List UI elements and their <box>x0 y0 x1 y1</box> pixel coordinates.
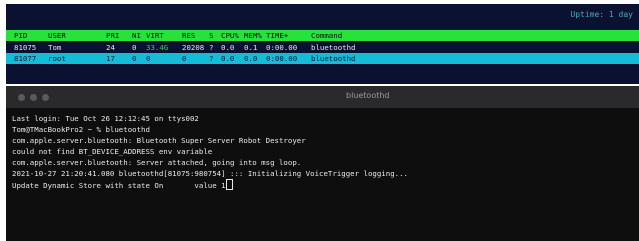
text-cursor <box>225 179 233 190</box>
desktop: Uptime: 1 day PID USER PRI NI VIRT RES S… <box>0 0 639 241</box>
process-time: 0:00.00 <box>266 54 298 63</box>
column-header-command[interactable]: Command <box>311 30 342 41</box>
process-cpu: 0.0 <box>221 54 235 63</box>
column-header-time[interactable]: TIME+ <box>266 30 288 41</box>
terminal-line: Last login: Tue Oct 26 12:12:45 on ttys0… <box>12 114 199 123</box>
close-window-button[interactable] <box>18 94 25 101</box>
process-mem: 0.1 <box>244 43 258 52</box>
process-pri: 17 <box>106 54 115 63</box>
terminal-prompt-line: Tom@TMacBookPro2 ~ % bluetoothd <box>12 125 150 134</box>
process-pid: 81075 <box>14 43 37 52</box>
process-ni: 0 <box>132 43 137 52</box>
column-header-cpu[interactable]: CPU% <box>221 30 239 41</box>
process-state: ? <box>209 54 214 63</box>
process-command: bluetoothd <box>311 43 356 52</box>
column-header-user[interactable]: USER <box>48 30 66 41</box>
terminal-line-with-cursor: Update Dynamic Store with state On value… <box>12 179 632 190</box>
terminal-line: could not find BT_DEVICE_ADDRESS env var… <box>12 147 213 156</box>
column-header-pid[interactable]: PID <box>14 30 27 41</box>
process-user: root <box>48 54 66 63</box>
terminal-output[interactable]: Last login: Tue Oct 26 12:12:45 on ttys0… <box>12 113 632 190</box>
process-virt: 33.4G <box>146 43 169 52</box>
terminal-window[interactable]: bluetoothd Last login: Tue Oct 26 12:12:… <box>6 86 639 241</box>
terminal-titlebar[interactable]: bluetoothd <box>6 86 639 108</box>
process-time: 0:00.00 <box>266 43 298 52</box>
process-table-header[interactable]: PID USER PRI NI VIRT RES S CPU% MEM% TIM… <box>6 30 639 41</box>
process-res: 20208 <box>182 43 205 52</box>
minimize-window-button[interactable] <box>30 94 37 101</box>
process-pri: 24 <box>106 43 115 52</box>
process-row-selected[interactable]: 81077 root 17 0 0 0 ? 0.0 0.0 0:00.00 bl… <box>6 53 639 64</box>
uptime-text: Uptime: 1 day <box>570 10 633 19</box>
terminal-line-text: Update Dynamic Store with state On value… <box>12 181 226 190</box>
terminal-line: 2021-10-27 21:20:41.080 bluetoothd[81075… <box>12 169 409 178</box>
process-res: 0 <box>182 54 187 63</box>
zoom-window-button[interactable] <box>42 94 49 101</box>
terminal-line: com.apple.server.bluetooth: Bluetooth Su… <box>12 136 306 145</box>
column-header-ni[interactable]: NI <box>132 30 141 41</box>
process-virt: 0 <box>146 54 151 63</box>
process-cpu: 0.0 <box>221 43 235 52</box>
column-header-virt[interactable]: VIRT <box>146 30 164 41</box>
process-row[interactable]: 81075 Tom 24 0 33.4G 20208 ? 0.0 0.1 0:0… <box>6 42 639 53</box>
column-header-res[interactable]: RES <box>182 30 195 41</box>
process-state: ? <box>209 43 214 52</box>
column-header-mem[interactable]: MEM% <box>244 30 262 41</box>
column-header-state[interactable]: S <box>209 30 213 41</box>
terminal-title: bluetoothd <box>346 91 390 100</box>
process-mem: 0.0 <box>244 54 258 63</box>
process-user: Tom <box>48 43 62 52</box>
process-pid: 81077 <box>14 54 37 63</box>
column-header-pri[interactable]: PRI <box>106 30 119 41</box>
terminal-line: com.apple.server.bluetooth: Server attac… <box>12 158 302 167</box>
htop-window[interactable]: Uptime: 1 day PID USER PRI NI VIRT RES S… <box>6 4 639 84</box>
process-ni: 0 <box>132 54 137 63</box>
process-command: bluetoothd <box>311 54 356 63</box>
